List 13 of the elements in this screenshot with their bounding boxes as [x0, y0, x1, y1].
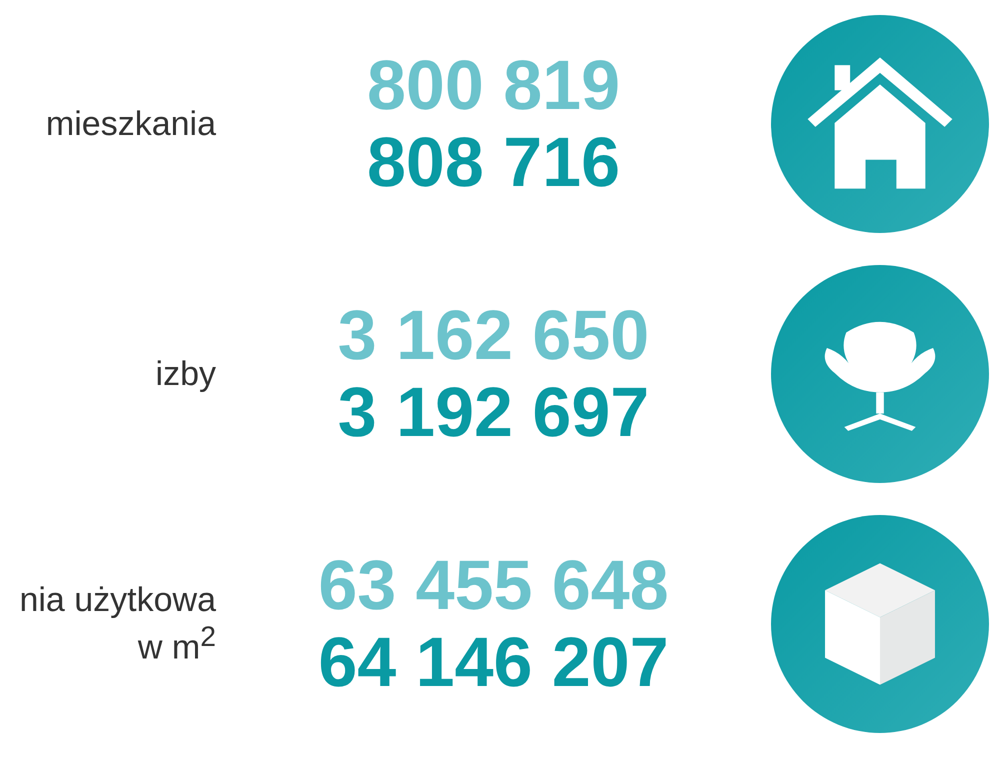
statistic-value: 64 146 207: [318, 624, 669, 701]
row-label: izby: [156, 354, 216, 394]
house-icon: [771, 15, 989, 233]
row-label: w m$^{2}$: [138, 620, 216, 668]
statistic-value: 3 192 697: [338, 374, 650, 451]
cube-icon: [771, 515, 989, 733]
statistic-value: 808 716: [366, 124, 620, 201]
row-label: nia użytkowa: [19, 580, 216, 621]
row-label: mieszkania: [46, 104, 216, 144]
chair-icon: [771, 265, 989, 483]
statistic-value: 63 455 648: [318, 547, 669, 624]
statistic-value: 3 162 650: [338, 297, 650, 374]
statistic-value: 800 819: [366, 47, 620, 124]
